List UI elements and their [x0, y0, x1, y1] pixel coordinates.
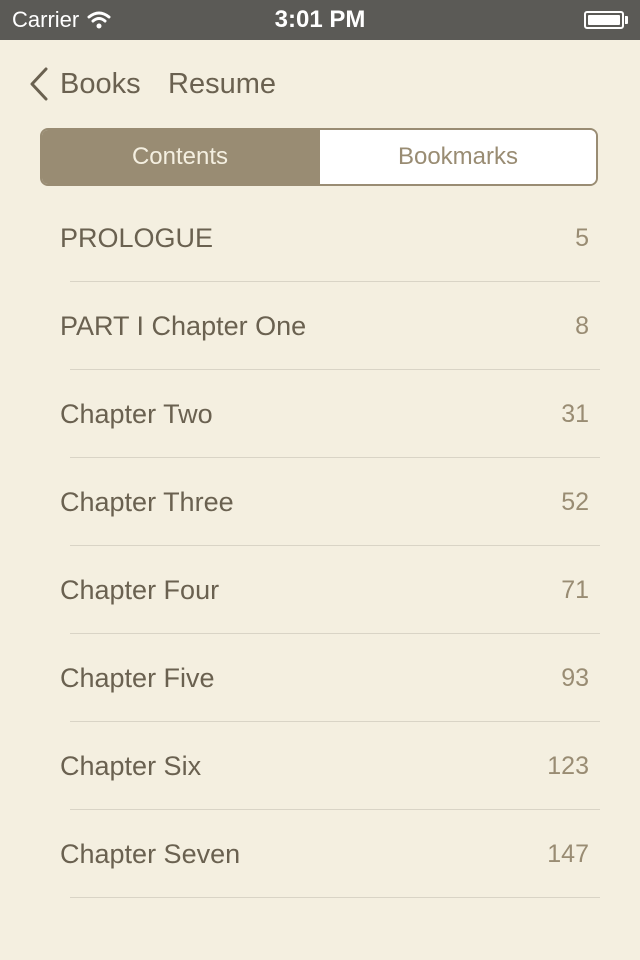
toc-row[interactable]: Chapter Two 31 [0, 370, 640, 458]
toc-title: Chapter Two [60, 399, 213, 429]
toc-title: Chapter Seven [60, 839, 241, 869]
toc-row[interactable]: Chapter Six 123 [0, 722, 640, 810]
resume-button-label: Resume [168, 67, 276, 100]
toc-row[interactable]: PROLOGUE 5 [0, 194, 640, 282]
toc-title: Chapter Five [60, 663, 215, 693]
toc-page-number: 31 [561, 400, 589, 428]
status-time: 3:01 PM [274, 6, 366, 33]
segment-bookmarks[interactable]: Bookmarks [318, 130, 596, 184]
toc-page-number: 5 [575, 224, 589, 252]
toc-title: PART I Chapter One [60, 311, 307, 341]
toc-page-number: 8 [575, 312, 589, 340]
toc-page-number: 71 [561, 576, 589, 604]
back-to-books-button[interactable]: Books [28, 64, 141, 104]
resume-button[interactable]: Resume [168, 64, 276, 104]
segment-contents[interactable]: Contents [42, 130, 318, 184]
toc-title: PROLOGUE [60, 223, 214, 253]
table-of-contents-list: PROLOGUE 5 PART I Chapter One 8 Chapter … [0, 194, 640, 898]
toc-page-number: 52 [561, 488, 589, 516]
chevron-left-icon [30, 67, 48, 101]
status-bar: Carrier 3:01 PM [0, 0, 640, 40]
contents-bookmarks-segmented-control: Contents Bookmarks [40, 128, 598, 186]
row-divider [70, 897, 600, 898]
toc-row[interactable]: PART I Chapter One 8 [0, 282, 640, 370]
toc-row[interactable]: Chapter Five 93 [0, 634, 640, 722]
toc-row[interactable]: Chapter Seven 147 [0, 810, 640, 898]
toc-page-number: 147 [547, 840, 589, 868]
toc-row[interactable]: Chapter Three 52 [0, 458, 640, 546]
battery-icon [584, 10, 628, 30]
toc-page-number: 93 [561, 664, 589, 692]
toc-title: Chapter Three [60, 487, 234, 517]
toc-page-number: 123 [547, 752, 589, 780]
toc-row[interactable]: Chapter Four 71 [0, 546, 640, 634]
navigation-bar: Books Resume [0, 40, 640, 128]
toc-title: Chapter Six [60, 751, 202, 781]
toc-title: Chapter Four [60, 575, 220, 605]
battery-fill [588, 15, 620, 25]
back-button-label: Books [60, 67, 141, 100]
